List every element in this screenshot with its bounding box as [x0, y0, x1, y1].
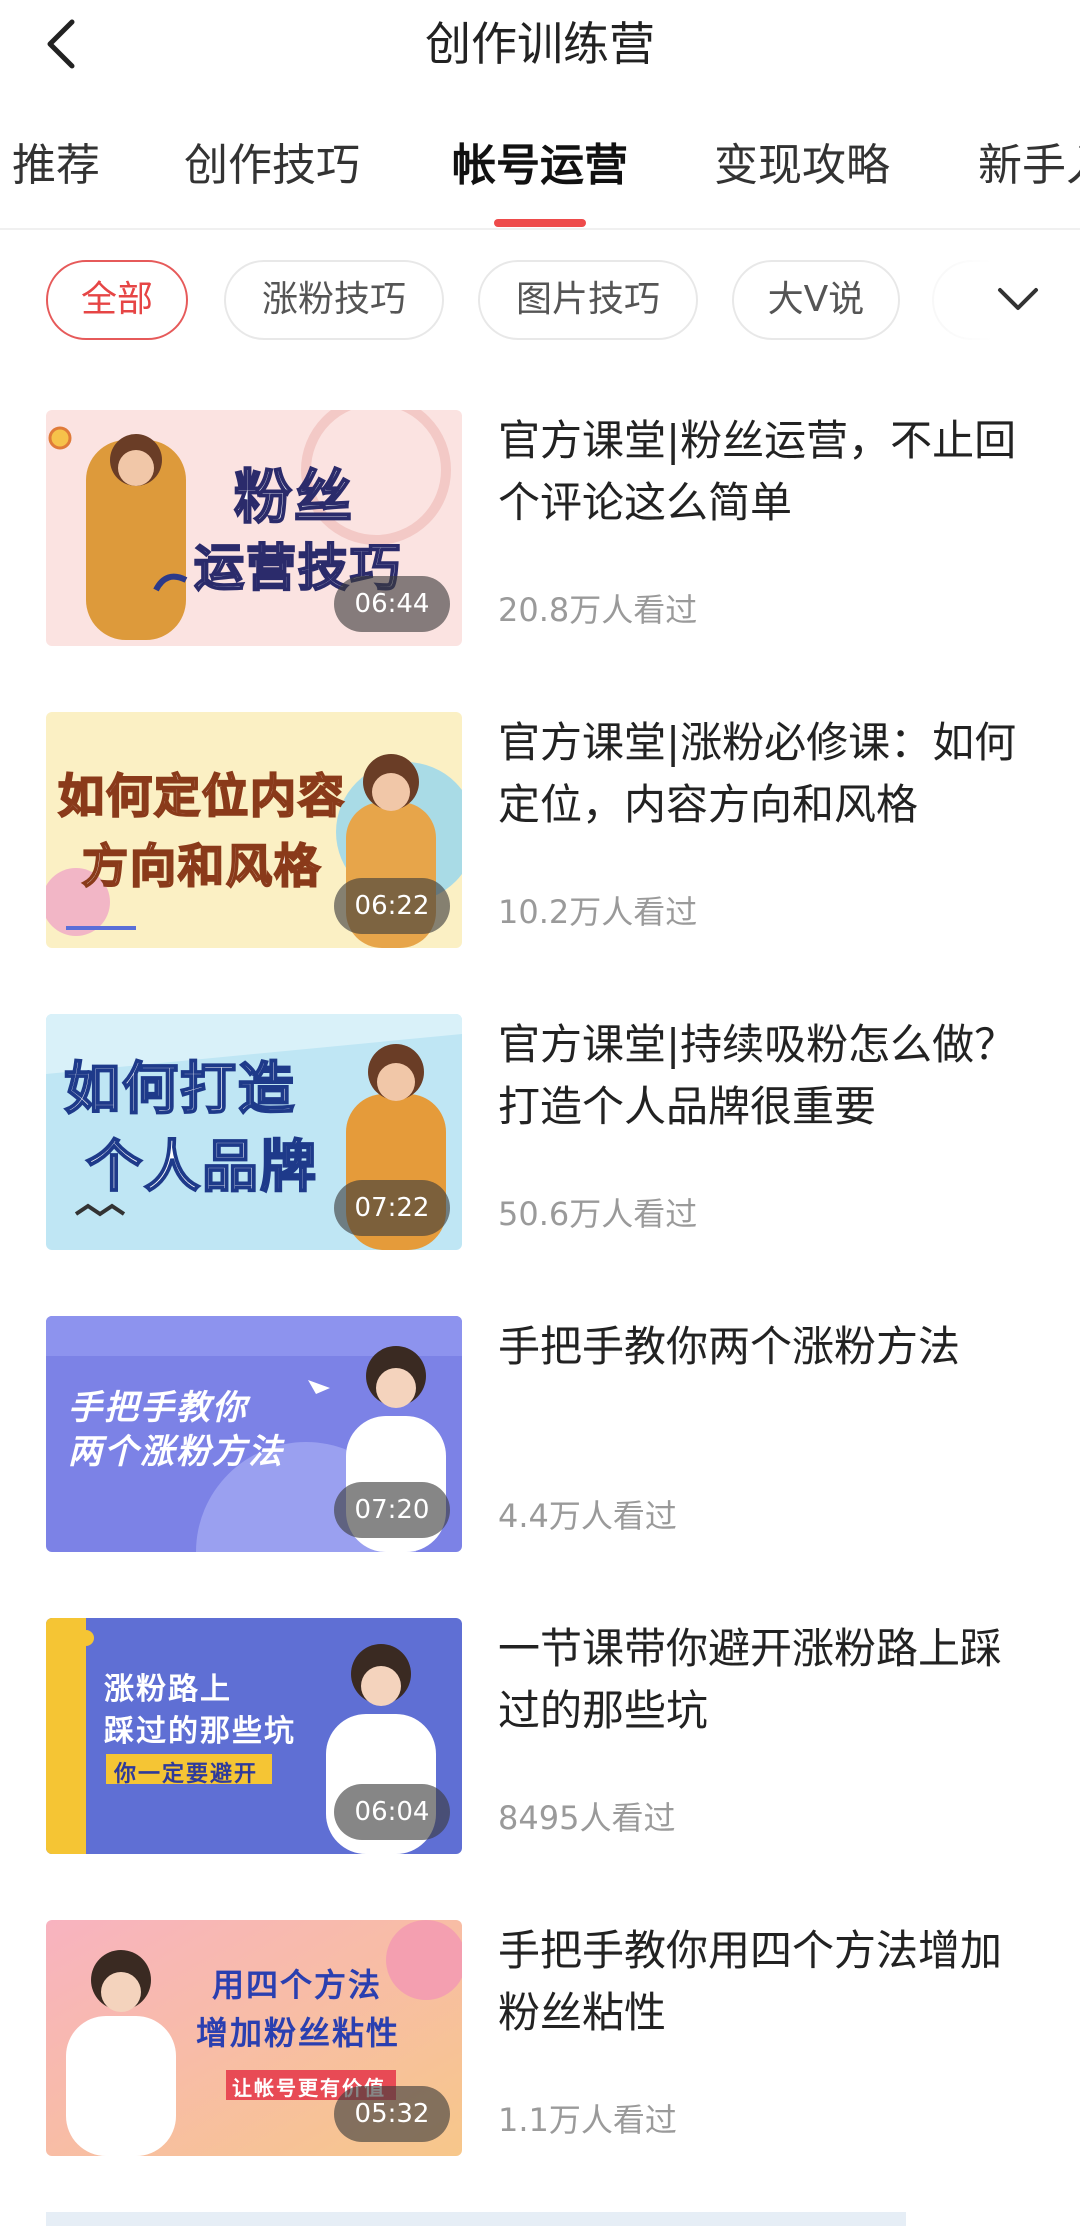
top-bar: 创作训练营 — [0, 0, 1080, 96]
video-thumbnail[interactable]: 涨粉路上 踩过的那些坑 你一定要避开 06:04 — [46, 1618, 462, 1854]
view-count: 10.2万人看过 — [498, 893, 698, 931]
video-duration-badge: 07:22 — [334, 1180, 450, 1236]
view-count: 1.1万人看过 — [498, 2101, 677, 2139]
video-duration-badge: 06:22 — [334, 878, 450, 934]
video-duration-badge: 06:44 — [334, 576, 450, 632]
view-count: 20.8万人看过 — [498, 591, 698, 629]
page-title: 创作训练营 — [425, 17, 655, 71]
filter-chip-big-v[interactable]: 大V说 — [732, 260, 900, 340]
thumbnail-text: 如何定位内容 — [57, 768, 346, 824]
thumbnail-text: 增加粉丝粘性 — [196, 2014, 401, 2052]
thumbnail-text: 方向和风格 — [81, 838, 322, 894]
thumbnail-text: 个人品牌 — [85, 1134, 318, 1201]
view-count: 8495人看过 — [498, 1799, 676, 1837]
article-item[interactable]: 如何定位内容 方向和风格 06:22 官方课堂|涨粉必修课：如何定位，内容方向和… — [46, 712, 1036, 948]
article-title[interactable]: 手把手教你用四个方法增加粉丝粘性 — [498, 1920, 1038, 2044]
article-item[interactable]: 手把手教你 两个涨粉方法 07:20 手把手教你两个涨粉方法 4.4万人看过 — [46, 1316, 1036, 1552]
article-title[interactable]: 官方课堂|持续吸粉怎么做？打造个人品牌很重要 — [498, 1014, 1038, 1138]
article-item[interactable]: 涨粉路上 踩过的那些坑 你一定要避开 06:04 一节课带你避开涨粉路上踩过的那… — [46, 1618, 1036, 1854]
article-title[interactable]: 一节课带你避开涨粉路上踩过的那些坑 — [498, 1618, 1038, 1742]
tab-monetization[interactable]: 变现攻略 — [714, 136, 890, 196]
article-item[interactable]: 如何打造 个人品牌 07:22 官方课堂|持续吸粉怎么做？打造个人品牌很重要 5… — [46, 1014, 1036, 1250]
video-thumbnail[interactable]: 粉丝 运营技巧 06:44 — [46, 410, 462, 646]
thumbnail-text: 粉丝 — [233, 462, 355, 532]
tab-account-operation[interactable]: 帐号运营 — [452, 136, 628, 196]
thumbnail-text: 手把手教你 — [68, 1388, 248, 1428]
video-thumbnail[interactable]: 如何打造 个人品牌 07:22 — [46, 1014, 462, 1250]
filter-chip-all[interactable]: 全部 — [46, 260, 188, 340]
next-item-peek — [46, 2212, 906, 2226]
video-duration-badge: 06:04 — [334, 1784, 450, 1840]
thumbnail-text: 两个涨粉方法 — [68, 1432, 284, 1472]
video-duration-badge: 05:32 — [334, 2086, 450, 2142]
divider — [0, 228, 1080, 230]
thumbnail-text: 用四个方法 — [212, 1966, 383, 2004]
tab-recommend[interactable]: 推荐 — [12, 136, 100, 196]
view-count: 4.4万人看过 — [498, 1497, 677, 1535]
tab-creation-tips[interactable]: 创作技巧 — [184, 136, 360, 196]
article-item[interactable]: 用四个方法 增加粉丝粘性 让帐号更有价值 05:32 手把手教你用四个方法增加粉… — [46, 1920, 1036, 2156]
filter-chip-image-tips[interactable]: 图片技巧 — [478, 260, 698, 340]
tab-newbie[interactable]: 新手入 — [978, 136, 1080, 196]
video-thumbnail[interactable]: 手把手教你 两个涨粉方法 07:20 — [46, 1316, 462, 1552]
video-duration-badge: 07:20 — [334, 1482, 450, 1538]
article-title[interactable]: 官方课堂|粉丝运营，不止回个评论这么简单 — [498, 410, 1038, 534]
active-tab-indicator — [494, 219, 586, 227]
video-thumbnail[interactable]: 如何定位内容 方向和风格 06:22 — [46, 712, 462, 948]
video-thumbnail[interactable]: 用四个方法 增加粉丝粘性 让帐号更有价值 05:32 — [46, 1920, 462, 2156]
thumbnail-text: 踩过的那些坑 — [104, 1714, 296, 1749]
category-tabs: 推荐 创作技巧 帐号运营 变现攻略 新手入 — [0, 126, 1080, 230]
filter-chip-growth-tips[interactable]: 涨粉技巧 — [224, 260, 444, 340]
thumbnail-text: 涨粉路上 — [104, 1672, 232, 1707]
article-item[interactable]: 粉丝 运营技巧 06:44 官方课堂|粉丝运营，不止回个评论这么简单 20.8万… — [46, 410, 1036, 646]
article-title[interactable]: 手把手教你两个涨粉方法 — [498, 1316, 1038, 1378]
chevron-down-icon[interactable] — [994, 280, 1042, 320]
view-count: 50.6万人看过 — [498, 1195, 698, 1233]
article-title[interactable]: 官方课堂|涨粉必修课：如何定位，内容方向和风格 — [498, 712, 1038, 836]
thumbnail-text: 你一定要避开 — [114, 1762, 259, 1787]
thumbnail-text: 如何打造 — [63, 1056, 296, 1123]
